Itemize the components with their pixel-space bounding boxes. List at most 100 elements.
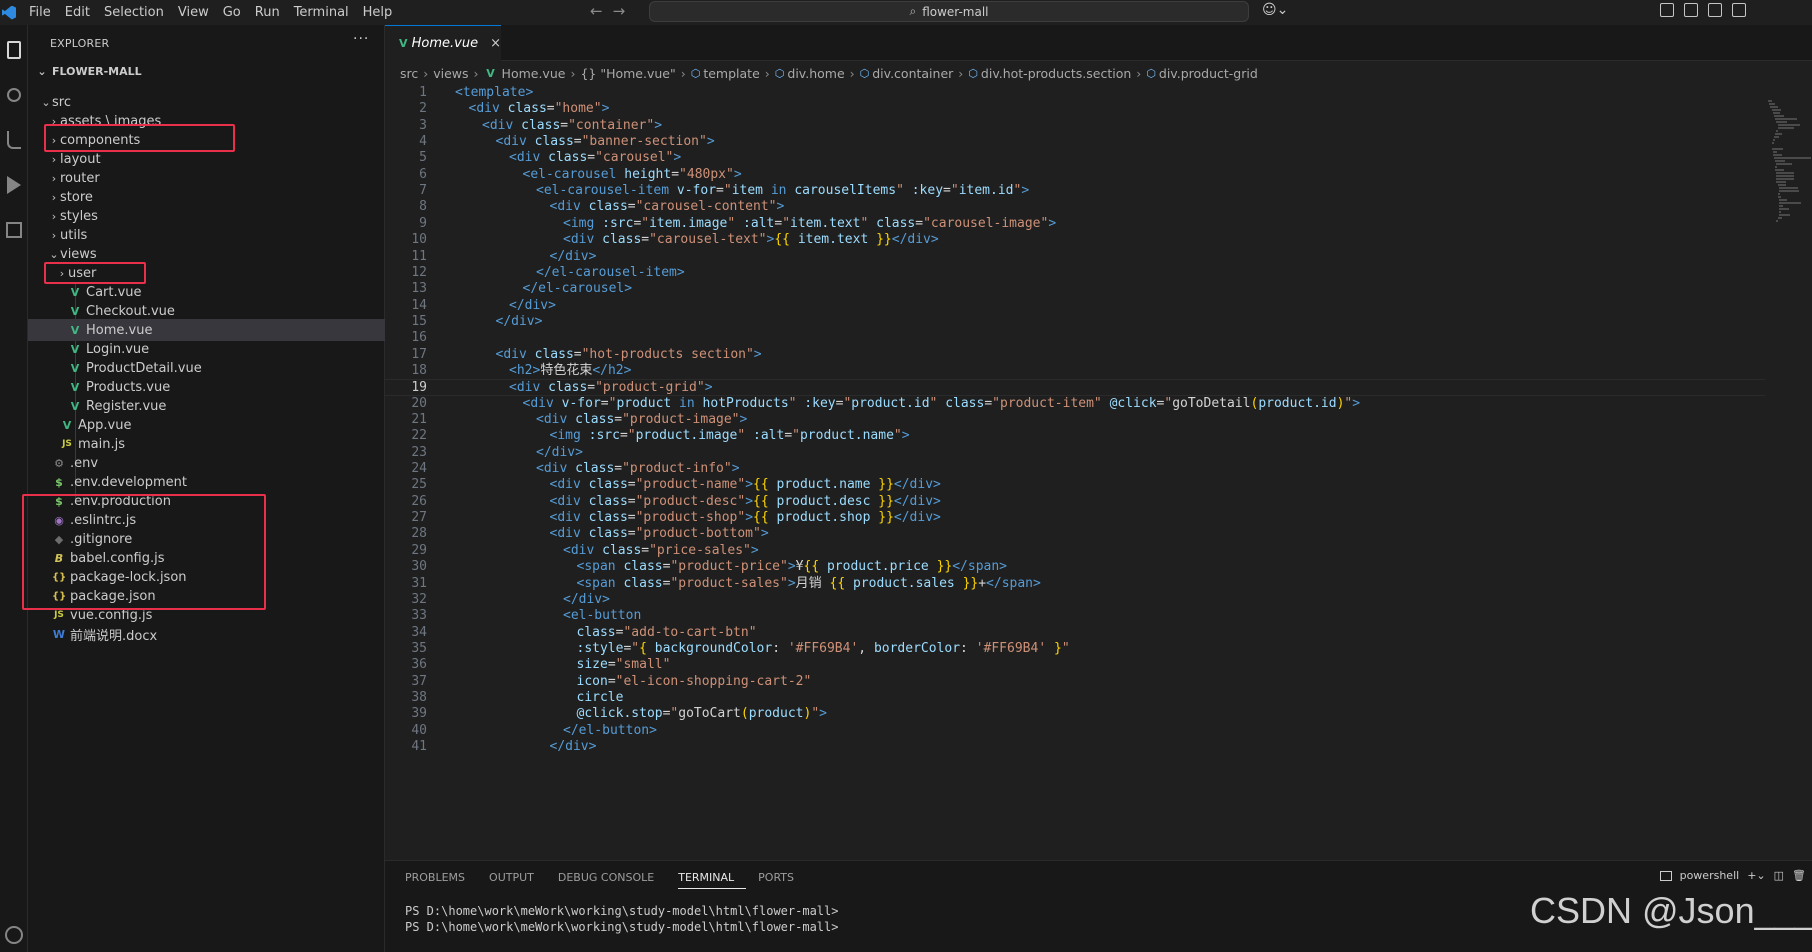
code-token: =: [627, 493, 636, 509]
breadcrumb-item[interactable]: div.product-grid: [1159, 66, 1258, 81]
line-number: 7: [419, 183, 427, 199]
code-token: "carousel-image": [923, 215, 1049, 231]
code-line: 16: [385, 330, 1765, 346]
explorer-icon[interactable]: [0, 35, 28, 65]
vue-file-icon: V: [486, 66, 495, 80]
code-token: >: [601, 101, 610, 117]
extensions-icon[interactable]: [0, 215, 28, 245]
menu-edit[interactable]: Edit: [58, 5, 97, 20]
code-token: "small": [615, 657, 671, 673]
panel-tab[interactable]: PORTS: [758, 871, 806, 889]
vscode-logo-icon: [2, 5, 16, 20]
breadcrumb-item[interactable]: src: [400, 66, 418, 81]
tab-home-vue[interactable]: V Home.vue ×: [385, 25, 501, 61]
back-arrow-icon[interactable]: ←: [590, 2, 613, 20]
code-token: <span: [576, 575, 624, 591]
code-token: </div>: [549, 739, 597, 754]
workspace-root[interactable]: ⌄ FLOWER-MALL: [28, 61, 385, 81]
breadcrumb-item[interactable]: div.hot-products.section: [981, 66, 1131, 81]
line-content: <div class="product-info">: [536, 461, 740, 477]
code-token: {: [639, 640, 647, 656]
panel-tab[interactable]: DEBUG CONSOLE: [558, 871, 666, 889]
minimap-line: [1775, 160, 1785, 162]
panel-tab[interactable]: OUTPUT: [489, 871, 546, 889]
menu-go[interactable]: Go: [216, 5, 248, 20]
code-line: 14 </div>: [385, 298, 1765, 314]
split-terminal-icon[interactable]: ◫: [1774, 869, 1784, 882]
toggle-primary-sidebar-icon[interactable]: [1684, 3, 1698, 17]
code-editor[interactable]: 1 <template> 2 <div class="home"> 3 <div clas…: [385, 85, 1765, 860]
line-number: 1: [419, 85, 427, 100]
command-center[interactable]: ⌕ flower-mall: [649, 1, 1249, 22]
terminal-output[interactable]: PS D:\home\work\meWork\working\study-mod…: [405, 903, 838, 935]
panel-tab[interactable]: PROBLEMS: [405, 871, 477, 889]
terminal-shell-label[interactable]: powershell: [1680, 869, 1740, 882]
toggle-secondary-sidebar-icon[interactable]: [1732, 3, 1746, 17]
breadcrumb-item[interactable]: div.home: [787, 66, 844, 81]
tree-item-label: styles: [60, 208, 98, 224]
line-content: </div>: [550, 249, 597, 265]
code-token: <div: [549, 510, 589, 526]
forward-arrow-icon[interactable]: →: [613, 2, 636, 20]
menu-run[interactable]: Run: [248, 5, 287, 20]
explorer-sidebar: EXPLORER ··· ⌄ FLOWER-MALL ⌄ src › assets \…: [28, 25, 385, 952]
code-token: product.shop: [768, 510, 879, 526]
minimap-line: [1776, 130, 1779, 132]
more-actions-icon[interactable]: ···: [353, 31, 369, 47]
copilot-icon[interactable]: ☺⌄: [1262, 2, 1288, 18]
panel-tab[interactable]: TERMINAL: [678, 871, 747, 889]
minimap[interactable]: [1765, 85, 1812, 860]
code-token: class: [588, 526, 628, 542]
menu-file[interactable]: File: [22, 5, 58, 20]
js-file-icon: JS: [54, 610, 64, 620]
breadcrumb-item[interactable]: template: [703, 66, 759, 81]
code-token: <el-carousel-item: [536, 183, 677, 199]
code-token: item.id: [958, 183, 1014, 199]
tree-item-label: Cart.vue: [86, 284, 142, 300]
code-token: >: [787, 559, 796, 575]
breadcrumb-separator-icon: ›: [473, 65, 479, 81]
breadcrumb-item[interactable]: div.container: [872, 66, 953, 81]
close-icon[interactable]: ×: [490, 36, 501, 51]
code-token: ": [893, 428, 902, 444]
code-token: >: [750, 542, 759, 558]
menu-selection[interactable]: Selection: [97, 5, 171, 20]
chevron-right-icon: ›: [51, 228, 57, 242]
code-token: '#FF69B4': [975, 640, 1047, 656]
breadcrumb-item[interactable]: Home.vue: [502, 66, 566, 81]
menu-terminal[interactable]: Terminal: [287, 5, 356, 20]
line-content: </div>: [496, 314, 543, 330]
line-number: 15: [411, 313, 427, 329]
tree-item-label: ProductDetail.vue: [86, 360, 202, 376]
breadcrumb-item[interactable]: {} "Home.vue": [580, 66, 675, 81]
minimap-line: [1776, 178, 1794, 180]
code-line: 8 <div class="carousel-content">: [385, 199, 1765, 215]
code-token: =: [716, 183, 724, 199]
code-token: }}: [878, 477, 894, 493]
breadcrumb-item[interactable]: views: [433, 66, 468, 81]
account-icon[interactable]: [0, 920, 28, 950]
customize-layout-icon[interactable]: [1660, 3, 1674, 17]
tree-item-label: router: [60, 170, 100, 186]
run-debug-icon[interactable]: [0, 170, 28, 200]
tree-item[interactable]: W 前端说明.docx: [28, 623, 385, 645]
line-number: 3: [419, 117, 427, 133]
highlight-box-components: [44, 124, 235, 152]
new-terminal-icon[interactable]: +⌄: [1747, 869, 1765, 882]
search-view-icon[interactable]: [0, 80, 28, 110]
code-token: :key: [911, 183, 944, 199]
code-token: >: [753, 346, 762, 362]
code-token: "product-shop": [635, 510, 746, 526]
trash-icon[interactable]: 🗑: [1792, 869, 1806, 882]
toggle-panel-icon[interactable]: [1708, 3, 1722, 17]
code-token: =: [573, 134, 582, 150]
menu-view[interactable]: View: [171, 5, 216, 20]
menu-help[interactable]: Help: [356, 5, 400, 20]
source-control-icon[interactable]: [0, 125, 28, 155]
code-token: =: [627, 526, 636, 542]
line-content: @click.stop="goToCart(product)">: [577, 706, 827, 722]
code-token: =: [984, 395, 993, 411]
line-number: 28: [411, 526, 427, 542]
line-content: <el-carousel height="480px">: [523, 167, 742, 183]
